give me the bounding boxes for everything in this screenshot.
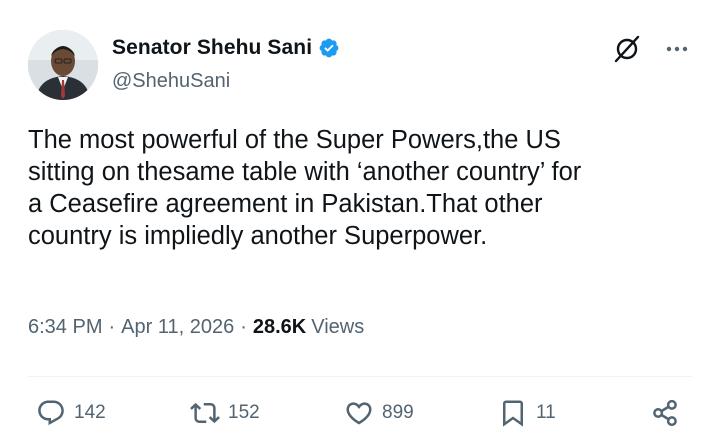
bookmark-icon xyxy=(503,400,523,427)
grok-icon[interactable] xyxy=(612,34,642,64)
reply-icon xyxy=(38,400,64,426)
divider xyxy=(28,376,692,377)
like-count: 899 xyxy=(382,402,414,423)
tweet-time[interactable]: 6:34 PM xyxy=(28,316,102,339)
bookmark-button[interactable]: 11 xyxy=(498,398,556,428)
tweet-meta: 6:34 PM · Apr 11, 2026 · 28.6K Views xyxy=(28,316,364,339)
author-name-row[interactable]: Senator Shehu Sani xyxy=(112,36,340,60)
repost-icon xyxy=(190,402,220,424)
repost-count: 152 xyxy=(228,402,260,423)
bookmark-count: 11 xyxy=(536,402,556,423)
tweet-text: The most powerful of the Super Powers,th… xyxy=(28,124,696,252)
views-label[interactable]: Views xyxy=(311,316,364,339)
tweet-line: sitting on thesame table with ‘another c… xyxy=(28,158,582,186)
display-name[interactable]: Senator Shehu Sani xyxy=(112,36,312,60)
verified-badge-icon xyxy=(318,37,340,59)
repost-button[interactable]: 152 xyxy=(190,398,260,428)
views-count[interactable]: 28.6K xyxy=(253,316,306,339)
tweet-date[interactable]: Apr 11, 2026 xyxy=(121,316,234,339)
tweet-line: The most powerful of the Super Powers,th… xyxy=(28,126,561,154)
share-icon xyxy=(653,399,677,427)
like-button[interactable]: 899 xyxy=(344,398,414,428)
avatar-image xyxy=(28,30,98,100)
tweet-line: a Ceasefire agreement in Pakistan.That o… xyxy=(28,190,543,218)
meta-separator: · xyxy=(240,316,247,338)
action-bar: 142 152 899 11 xyxy=(0,398,720,438)
tweet-line: country is impliedly another Superpower. xyxy=(28,222,488,250)
avatar[interactable] xyxy=(28,30,98,100)
share-button[interactable] xyxy=(650,398,680,428)
reply-button[interactable]: 142 xyxy=(36,398,106,428)
meta-separator: · xyxy=(108,316,116,338)
author-handle[interactable]: @ShehuSani xyxy=(112,70,230,93)
like-icon xyxy=(346,402,372,425)
more-icon[interactable] xyxy=(664,40,690,58)
reply-count: 142 xyxy=(74,402,106,423)
